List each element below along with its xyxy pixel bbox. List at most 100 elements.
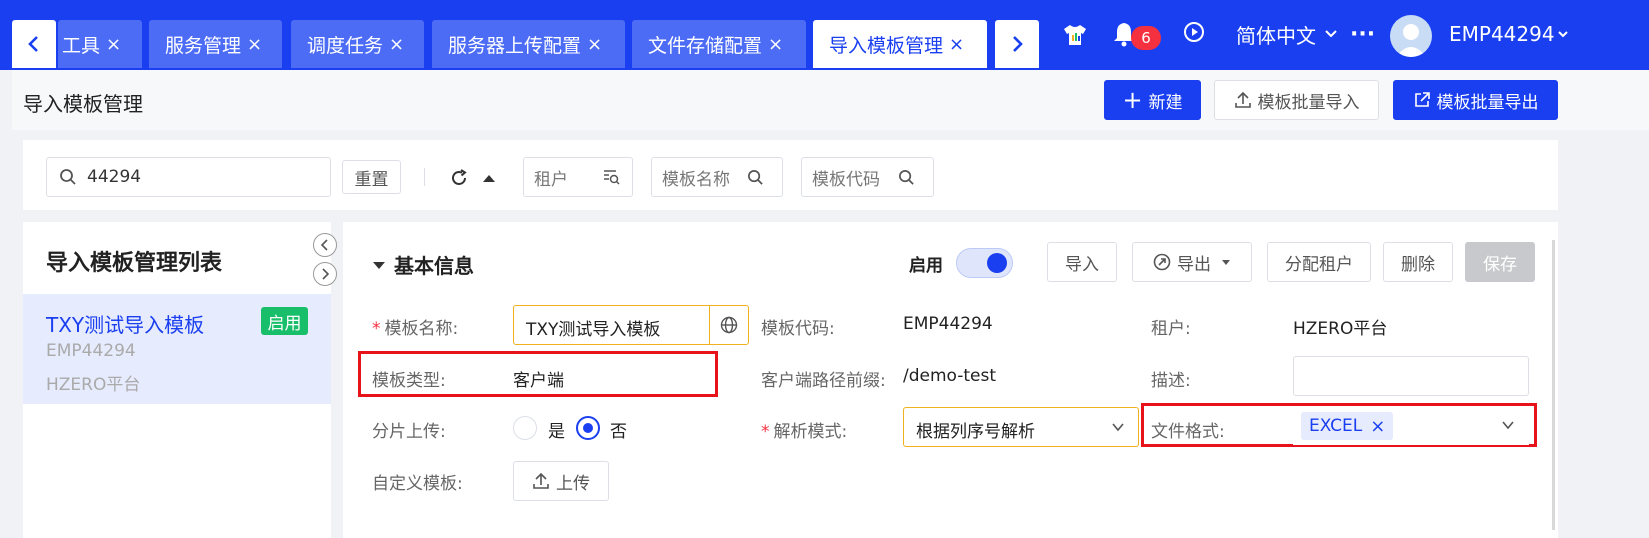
chevron-left-icon (28, 36, 38, 52)
radio-dot (583, 423, 593, 433)
status-badge: 启用 (261, 307, 308, 335)
tab-label: 工具 (62, 34, 101, 57)
lookup-search-icon (604, 170, 620, 185)
template-name-input[interactable]: TXY测试导入模板 (513, 305, 749, 345)
more-menu-icon[interactable]: ··· (1350, 20, 1375, 48)
template-name-value: TXY测试导入模板 (526, 320, 661, 340)
tab-scheduled-tasks[interactable]: 调度任务 × (291, 20, 424, 68)
client-path-prefix-value: /demo-test (903, 366, 997, 386)
tab-close-icon[interactable]: × (768, 34, 783, 55)
template-name-label: * 模板名称: (372, 314, 458, 339)
template-type-label: 模板类型: (372, 371, 446, 391)
collapse-filters-icon[interactable] (481, 170, 497, 184)
tab-close-icon[interactable]: × (247, 34, 262, 55)
tab-close-icon[interactable]: × (587, 34, 602, 55)
batch-export-label: 模板批量导出 (1436, 92, 1539, 113)
batch-import-label: 模板批量导入 (1257, 92, 1360, 113)
play-circle-icon[interactable] (1182, 20, 1206, 44)
tab-server-upload-config[interactable]: 服务器上传配置 × (432, 20, 625, 68)
plus-icon: + (1122, 86, 1143, 114)
required-asterisk: * (761, 422, 770, 442)
collapse-left-button[interactable] (313, 233, 337, 257)
list-item-name: TXY测试导入模板 (46, 313, 205, 337)
file-format-label: 文件格式: (1151, 422, 1225, 442)
search-input[interactable]: 44294 (46, 157, 331, 197)
chevron-right-icon (1013, 36, 1023, 52)
globe-icon[interactable] (720, 316, 738, 334)
input-divider (709, 306, 710, 344)
shard-upload-label: 分片上传: (372, 422, 446, 442)
tag-close-icon[interactable]: × (1370, 416, 1385, 437)
language-selector[interactable]: 简体中文 (1236, 20, 1338, 48)
shard-no-label[interactable]: 否 (610, 417, 627, 442)
custom-template-label: 自定义模板: (372, 474, 463, 494)
template-type-value: 客户端 (513, 371, 564, 391)
external-link-icon (1414, 92, 1430, 107)
shard-yes-label[interactable]: 是 (548, 417, 565, 442)
batch-import-button[interactable]: 模板批量导入 (1214, 80, 1379, 120)
reset-button[interactable]: 重置 (342, 160, 401, 194)
new-button[interactable]: + 新建 (1104, 80, 1201, 120)
language-label: 简体中文 (1236, 23, 1316, 48)
tab-tools[interactable]: 工具 × (58, 20, 142, 68)
parse-mode-label-text: 解析模式: (773, 422, 848, 442)
avatar[interactable] (1390, 15, 1432, 57)
tabs-scroll-right-button[interactable] (995, 20, 1039, 68)
description-input[interactable] (1293, 356, 1529, 396)
parse-mode-label: * 解析模式: (761, 417, 847, 442)
template-name-label-text: 模板名称: (384, 319, 459, 339)
chevron-down-icon (1557, 30, 1568, 37)
enable-label: 启用 (909, 256, 943, 276)
file-format-tag: EXCEL × (1301, 412, 1394, 440)
tab-label: 调度任务 (307, 34, 384, 57)
template-name-filter[interactable]: 模板名称 (651, 157, 783, 197)
required-asterisk: * (372, 319, 381, 339)
file-format-select[interactable]: EXCEL × (1293, 407, 1529, 445)
delete-button[interactable]: 删除 (1383, 242, 1453, 282)
shard-no-radio[interactable] (576, 416, 600, 440)
section-header[interactable]: 基本信息 (372, 250, 474, 279)
batch-export-button[interactable]: 模板批量导出 (1393, 80, 1558, 120)
shard-yes-radio[interactable] (513, 416, 537, 440)
expand-right-button[interactable] (313, 262, 337, 286)
parse-mode-select[interactable]: 根据列序号解析 (903, 407, 1139, 447)
template-code-value: EMP44294 (903, 314, 993, 334)
theme-shirt-icon[interactable] (1060, 20, 1090, 50)
tab-label: 文件存储配置 (648, 34, 763, 57)
tab-close-icon[interactable]: × (949, 34, 964, 55)
upload-button[interactable]: 上传 (513, 461, 609, 501)
search-value: 44294 (87, 167, 142, 187)
tab-close-icon[interactable]: × (389, 34, 404, 55)
search-icon (748, 169, 763, 185)
scrollbar[interactable] (1552, 240, 1555, 530)
export-dropdown-button[interactable]: 导出 (1132, 242, 1252, 282)
upload-icon (533, 472, 549, 489)
user-menu[interactable]: EMP44294 (1449, 20, 1569, 48)
chevron-right-icon (322, 268, 330, 280)
file-format-tag-label: EXCEL (1309, 416, 1363, 436)
enable-toggle[interactable] (956, 248, 1013, 278)
new-button-label: 新建 (1148, 92, 1183, 113)
tab-file-storage-config[interactable]: 文件存储配置 × (632, 20, 806, 68)
tabs-scroll-left-button[interactable] (12, 20, 56, 68)
tab-service-management[interactable]: 服务管理 × (149, 20, 282, 68)
tab-import-template-management[interactable]: 导入模板管理 × (813, 20, 987, 68)
template-code-filter[interactable]: 模板代码 (801, 157, 934, 197)
toggle-knob (987, 253, 1007, 273)
template-code-filter-placeholder: 模板代码 (812, 169, 880, 190)
refresh-icon[interactable] (449, 168, 469, 188)
import-button[interactable]: 导入 (1047, 242, 1117, 282)
template-code-label: 模板代码: (761, 319, 835, 339)
tenant-filter-placeholder: 租户 (534, 169, 568, 190)
username: EMP44294 (1449, 22, 1555, 46)
client-path-prefix-label: 客户端路径前缀: (761, 371, 886, 391)
tab-close-icon[interactable]: × (106, 34, 121, 55)
chevron-down-icon (1112, 423, 1124, 432)
caret-down-icon (1222, 259, 1230, 265)
list-item-tenant: HZERO平台 (46, 375, 141, 395)
tenant-filter[interactable]: 租户 (523, 157, 633, 197)
upload-label: 上传 (556, 473, 590, 494)
save-button[interactable]: 保存 (1465, 242, 1535, 282)
notification-count-badge: 6 (1131, 26, 1161, 50)
assign-tenant-button[interactable]: 分配租户 (1267, 242, 1371, 282)
